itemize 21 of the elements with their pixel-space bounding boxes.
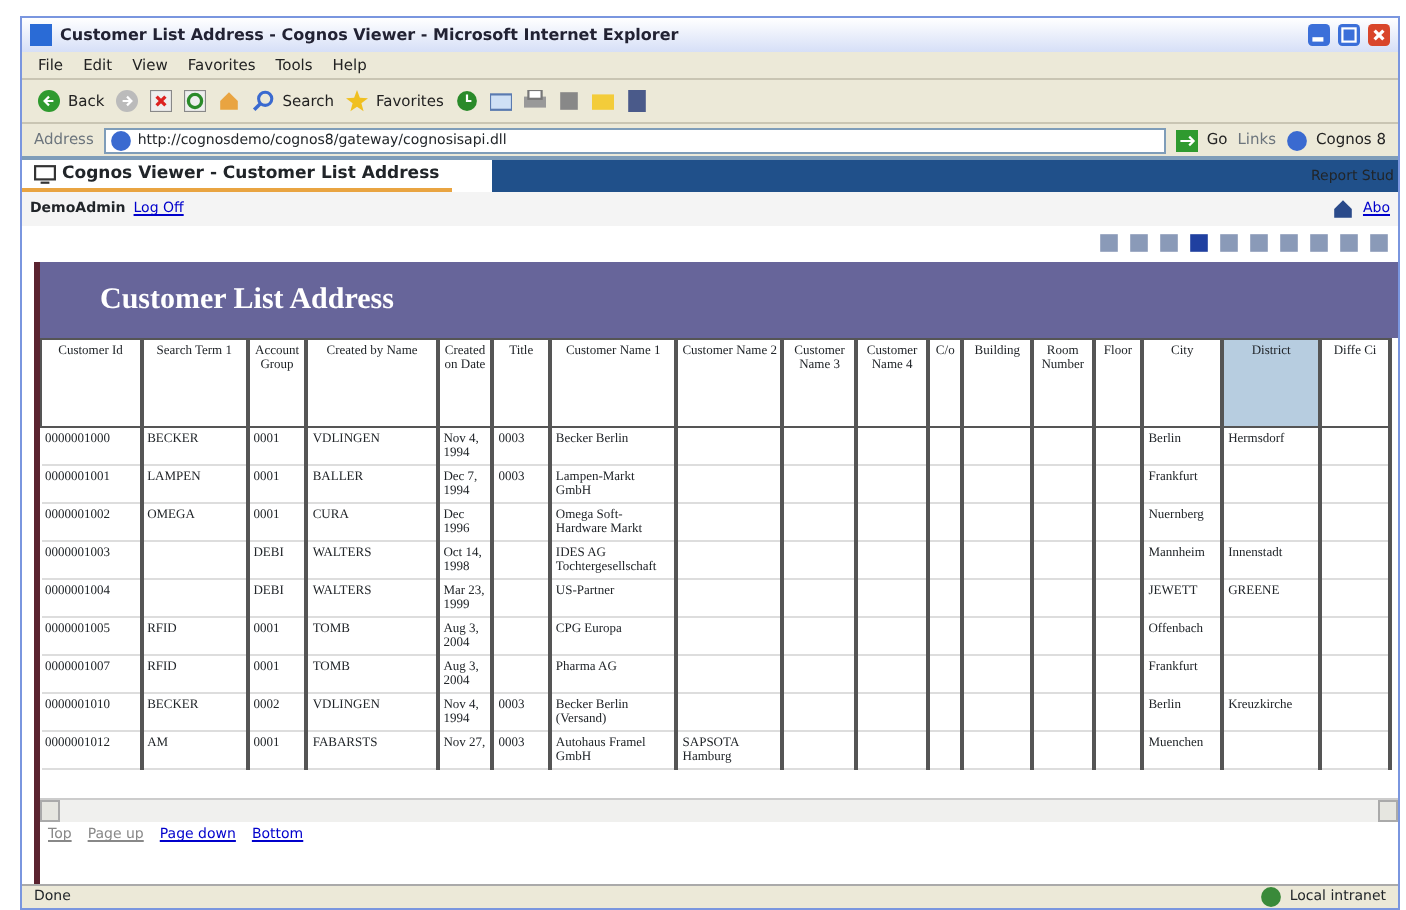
search-icon [252, 90, 275, 112]
minimize-icon[interactable] [1308, 24, 1330, 46]
home-icon[interactable] [1332, 198, 1355, 220]
history-icon[interactable] [455, 90, 478, 112]
close-icon[interactable] [1368, 24, 1390, 46]
monitor-icon [34, 163, 56, 185]
viewer-tab[interactable]: Cognos Viewer - Customer List Address [22, 160, 452, 192]
mail-icon[interactable] [489, 90, 512, 112]
back-arrow-icon [38, 90, 60, 112]
star-icon [346, 90, 368, 112]
horizontal-scrollbar[interactable] [40, 798, 1398, 822]
report-title: Customer List Address [100, 281, 394, 320]
stop-icon[interactable] [150, 90, 173, 112]
arrow-icon [1176, 129, 1199, 151]
refresh-icon[interactable] [184, 90, 207, 112]
print-icon[interactable] [523, 90, 546, 112]
maximize-icon[interactable] [1338, 24, 1360, 46]
window-title: Customer List Address - Cognos Viewer - Microsoft Internet Explorer [60, 23, 679, 47]
book-icon[interactable] [625, 90, 648, 112]
forward-arrow-icon[interactable] [116, 90, 139, 112]
globe-icon [1259, 886, 1282, 908]
